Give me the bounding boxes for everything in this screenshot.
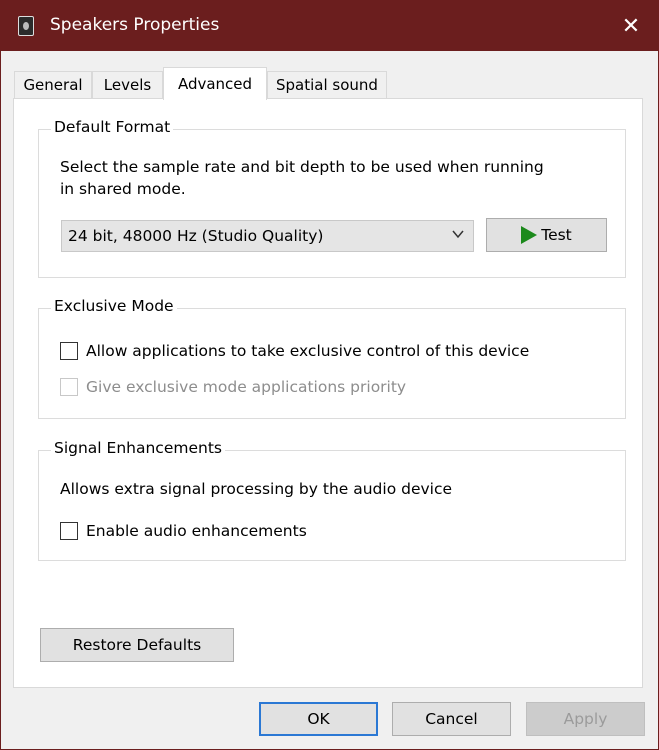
properties-window: Speakers Properties ✕ General Levels Adv… bbox=[0, 0, 659, 750]
test-button[interactable]: Test bbox=[486, 218, 607, 252]
exclusive-priority-checkbox bbox=[60, 378, 78, 396]
signal-enhancements-description: Allows extra signal processing by the au… bbox=[60, 480, 453, 498]
format-dropdown-value: 24 bit, 48000 Hz (Studio Quality) bbox=[68, 227, 324, 245]
chevron-down-icon bbox=[452, 230, 464, 239]
cancel-button[interactable]: Cancel bbox=[392, 702, 511, 736]
signal-enhancements-group: Signal Enhancements Allows extra signal … bbox=[38, 439, 626, 561]
enable-enhancements-label: Enable audio enhancements bbox=[86, 522, 307, 540]
enable-enhancements-checkbox[interactable] bbox=[60, 522, 78, 540]
default-format-group: Default Format Select the sample rate an… bbox=[38, 118, 626, 278]
allow-exclusive-control-checkbox[interactable] bbox=[60, 342, 78, 360]
exclusive-priority-row: Give exclusive mode applications priorit… bbox=[60, 378, 406, 396]
play-icon bbox=[521, 226, 538, 244]
apply-button: Apply bbox=[526, 702, 645, 736]
window-title: Speakers Properties bbox=[50, 15, 220, 35]
default-format-description-line1: Select the sample rate and bit depth to … bbox=[60, 158, 544, 176]
allow-exclusive-control-label: Allow applications to take exclusive con… bbox=[86, 342, 530, 360]
tab-spatial-sound[interactable]: Spatial sound bbox=[267, 71, 387, 98]
speaker-icon bbox=[18, 16, 34, 36]
exclusive-mode-legend: Exclusive Mode bbox=[51, 297, 177, 315]
signal-enhancements-legend: Signal Enhancements bbox=[51, 439, 225, 457]
tab-levels[interactable]: Levels bbox=[92, 71, 163, 98]
tab-general[interactable]: General bbox=[14, 71, 92, 98]
allow-exclusive-control-row[interactable]: Allow applications to take exclusive con… bbox=[60, 342, 529, 360]
exclusive-priority-label: Give exclusive mode applications priorit… bbox=[86, 378, 407, 396]
default-format-description-line2: in shared mode. bbox=[60, 180, 186, 198]
close-button[interactable]: ✕ bbox=[604, 1, 658, 51]
exclusive-mode-group: Exclusive Mode Allow applications to tak… bbox=[38, 297, 626, 419]
test-button-label: Test bbox=[541, 226, 572, 244]
format-dropdown[interactable]: 24 bit, 48000 Hz (Studio Quality) bbox=[61, 220, 474, 252]
advanced-panel: Default Format Select the sample rate an… bbox=[13, 98, 643, 688]
default-format-legend: Default Format bbox=[51, 118, 174, 136]
restore-defaults-button[interactable]: Restore Defaults bbox=[40, 628, 234, 662]
tab-advanced[interactable]: Advanced bbox=[163, 67, 267, 100]
enable-enhancements-row[interactable]: Enable audio enhancements bbox=[60, 522, 307, 540]
title-bar: Speakers Properties ✕ bbox=[1, 1, 658, 51]
ok-button[interactable]: OK bbox=[259, 702, 378, 736]
